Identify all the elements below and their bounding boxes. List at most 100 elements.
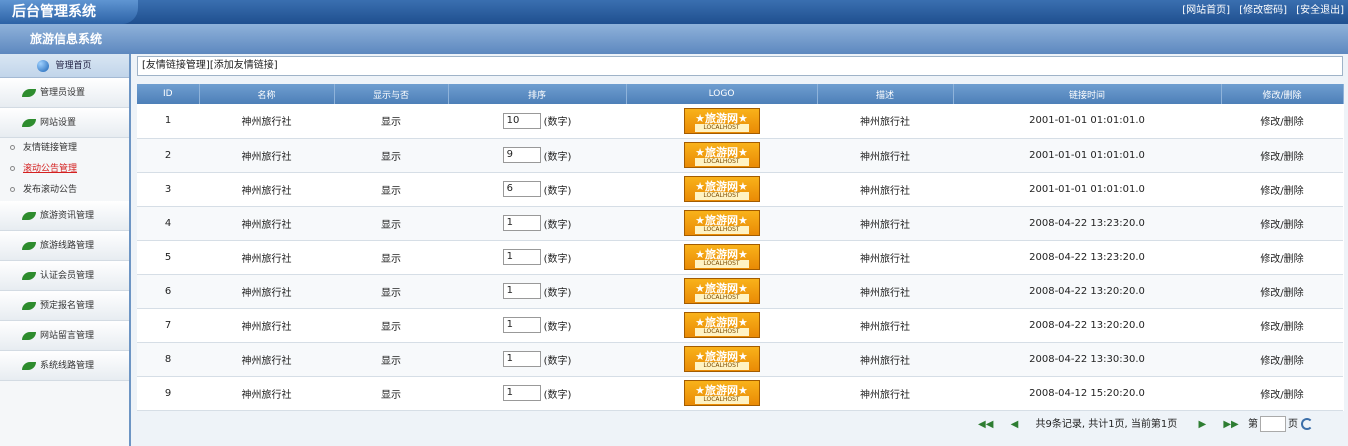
page-prefix: 第 xyxy=(1247,419,1258,430)
sidebar-subitem-friend-links[interactable]: 友情链接管理 xyxy=(0,138,129,159)
system-title: 旅游信息系统 xyxy=(30,32,103,46)
cell-time: 2008-04-12 15:20:20.0 xyxy=(953,376,1221,411)
cell-sort: 1 (数字) xyxy=(448,308,626,343)
sort-input[interactable]: 1 xyxy=(502,283,541,299)
sidebar-item-members[interactable]: 认证会员管理 xyxy=(0,261,129,291)
col-header-time: 链接时间 xyxy=(953,84,1222,104)
cell-sort: 9 (数字) xyxy=(448,138,626,173)
leaf-icon xyxy=(22,212,36,220)
table-row: 7 神州旅行社 显示 1 (数字) ★旅游网★ LOCALHOST 神州旅行社 2008-04-… xyxy=(137,308,1343,343)
logo-en-text: LOCALHOST xyxy=(694,294,749,302)
logo-image: ★旅游网★ LOCALHOST xyxy=(683,176,760,202)
sidebar-home[interactable]: 管理首页 xyxy=(0,54,129,78)
cell-time: 2008-04-22 13:23:20.0 xyxy=(953,206,1221,241)
next-page-icon[interactable]: ▶ xyxy=(1198,416,1206,434)
col-header-ops: 修改/删除 xyxy=(1221,84,1344,104)
cell-show: 显示 xyxy=(334,104,448,139)
sort-note: (数字) xyxy=(543,151,572,163)
cell-name: 神州旅行社 xyxy=(199,138,334,173)
change-password-link[interactable]: [修改密码] xyxy=(1239,5,1287,16)
edit-delete-link[interactable]: 修改/删除 xyxy=(1221,240,1343,275)
sort-note: (数字) xyxy=(543,287,572,299)
cell-sort: 6 (数字) xyxy=(448,172,626,207)
logo-image: ★旅游网★ LOCALHOST xyxy=(683,107,760,134)
cell-id: 9 xyxy=(137,376,199,411)
sort-input[interactable]: 1 xyxy=(502,249,541,265)
logo-en-text: LOCALHOST xyxy=(694,123,749,132)
col-header-show: 显示与否 xyxy=(334,84,449,104)
sort-input[interactable]: 1 xyxy=(502,317,541,333)
pager: ◀◀ ◀ 共9条记录, 共计1页, 当前第1页 ▶ ▶▶ 第 页 xyxy=(978,416,1314,434)
globe-icon xyxy=(37,59,50,72)
cell-time: 2008-04-22 13:20:20.0 xyxy=(953,274,1221,309)
cell-time: 2008-04-22 13:20:20.0 xyxy=(953,308,1221,343)
edit-delete-link[interactable]: 修改/删除 xyxy=(1221,342,1343,377)
edit-delete-link[interactable]: 修改/删除 xyxy=(1221,206,1343,241)
sort-note: (数字) xyxy=(543,185,572,197)
edit-delete-link[interactable]: 修改/删除 xyxy=(1221,104,1343,139)
cell-desc: 神州旅行社 xyxy=(817,376,953,411)
cell-name: 神州旅行社 xyxy=(199,274,334,309)
sidebar-subitem-label: 友情链接管理 xyxy=(23,143,78,153)
sort-input[interactable]: 1 xyxy=(502,385,541,401)
col-header-sort: 排序 xyxy=(448,84,627,104)
bullet-icon xyxy=(10,145,15,150)
cell-show: 显示 xyxy=(334,138,448,173)
table-row: 1 神州旅行社 显示 10 (数字) ★旅游网★ LOCALHOST 神州旅行社 2001-01… xyxy=(137,104,1343,139)
col-header-id: ID xyxy=(137,84,200,104)
col-header-desc: 描述 xyxy=(817,84,954,104)
cell-desc: 神州旅行社 xyxy=(817,308,953,343)
sort-input[interactable]: 1 xyxy=(502,351,541,367)
breadcrumb-manage-link[interactable]: [友情链接管理] xyxy=(142,60,210,71)
sidebar-subitem-scroll-notice[interactable]: 滚动公告管理 xyxy=(0,159,129,180)
sidebar-item-site-settings[interactable]: 网站设置 xyxy=(0,108,129,138)
cell-id: 5 xyxy=(137,240,199,275)
sidebar-item-admin-settings[interactable]: 管理员设置 xyxy=(0,78,129,108)
table-row: 8 神州旅行社 显示 1 (数字) ★旅游网★ LOCALHOST 神州旅行社 2008-04-… xyxy=(137,342,1343,377)
cell-time: 2001-01-01 01:01:01.0 xyxy=(953,104,1221,139)
sidebar-item-bookings[interactable]: 预定报名管理 xyxy=(0,291,129,321)
table-row: 5 神州旅行社 显示 1 (数字) ★旅游网★ LOCALHOST 神州旅行社 2008-04-… xyxy=(137,240,1343,275)
leaf-icon xyxy=(22,272,36,280)
sort-input[interactable]: 10 xyxy=(502,112,541,129)
site-home-link[interactable]: [网站首页] xyxy=(1182,5,1230,16)
logo-en-text: LOCALHOST xyxy=(694,226,749,234)
sort-input[interactable]: 1 xyxy=(502,215,541,231)
sidebar-item-label: 系统线路管理 xyxy=(40,361,95,371)
cell-logo: ★旅游网★ LOCALHOST xyxy=(626,274,817,309)
sidebar-subitem-label: 滚动公告管理 xyxy=(23,164,78,174)
sidebar-item-label: 网站留言管理 xyxy=(40,331,95,341)
sidebar-subitem-publish-notice[interactable]: 发布滚动公告 xyxy=(0,180,129,201)
edit-delete-link[interactable]: 修改/删除 xyxy=(1221,172,1343,207)
cell-desc: 神州旅行社 xyxy=(817,206,953,241)
prev-page-icon[interactable]: ◀ xyxy=(1011,416,1019,434)
sidebar: 管理首页 管理员设置 网站设置 友情链接管理 滚动公告管理 发布滚动公告 旅游资… xyxy=(0,54,131,446)
go-icon[interactable] xyxy=(1301,418,1314,430)
sort-input[interactable]: 9 xyxy=(502,147,541,163)
edit-delete-link[interactable]: 修改/删除 xyxy=(1221,376,1343,411)
table-row: 9 神州旅行社 显示 1 (数字) ★旅游网★ LOCALHOST 神州旅行社 2008-04-… xyxy=(137,376,1343,411)
sidebar-item-label: 旅游线路管理 xyxy=(40,241,95,251)
last-page-icon[interactable]: ▶▶ xyxy=(1223,416,1238,434)
table-row: 4 神州旅行社 显示 1 (数字) ★旅游网★ LOCALHOST 神州旅行社 2008-04-… xyxy=(137,206,1343,241)
sidebar-item-label: 网站设置 xyxy=(40,118,77,128)
sidebar-item-system-routes[interactable]: 系统线路管理 xyxy=(0,351,129,381)
sort-input[interactable]: 6 xyxy=(502,181,541,197)
cell-desc: 神州旅行社 xyxy=(817,240,953,275)
sidebar-item-travel-news[interactable]: 旅游资讯管理 xyxy=(0,201,129,231)
page-number-input[interactable] xyxy=(1259,416,1286,432)
cell-name: 神州旅行社 xyxy=(199,172,334,207)
sidebar-item-travel-routes[interactable]: 旅游线路管理 xyxy=(0,231,129,261)
edit-delete-link[interactable]: 修改/删除 xyxy=(1221,138,1343,173)
sidebar-item-messages[interactable]: 网站留言管理 xyxy=(0,321,129,351)
logo-en-text: LOCALHOST xyxy=(694,328,749,336)
edit-delete-link[interactable]: 修改/删除 xyxy=(1221,308,1343,343)
cell-show: 显示 xyxy=(334,274,448,309)
sort-note: (数字) xyxy=(543,117,572,129)
breadcrumb-add-link[interactable]: [添加友情链接] xyxy=(210,60,278,71)
edit-delete-link[interactable]: 修改/删除 xyxy=(1221,274,1343,309)
sidebar-item-label: 预定报名管理 xyxy=(40,301,95,311)
first-page-icon[interactable]: ◀◀ xyxy=(978,416,993,434)
cell-sort: 1 (数字) xyxy=(448,240,626,275)
logout-link[interactable]: [安全退出] xyxy=(1296,5,1344,16)
